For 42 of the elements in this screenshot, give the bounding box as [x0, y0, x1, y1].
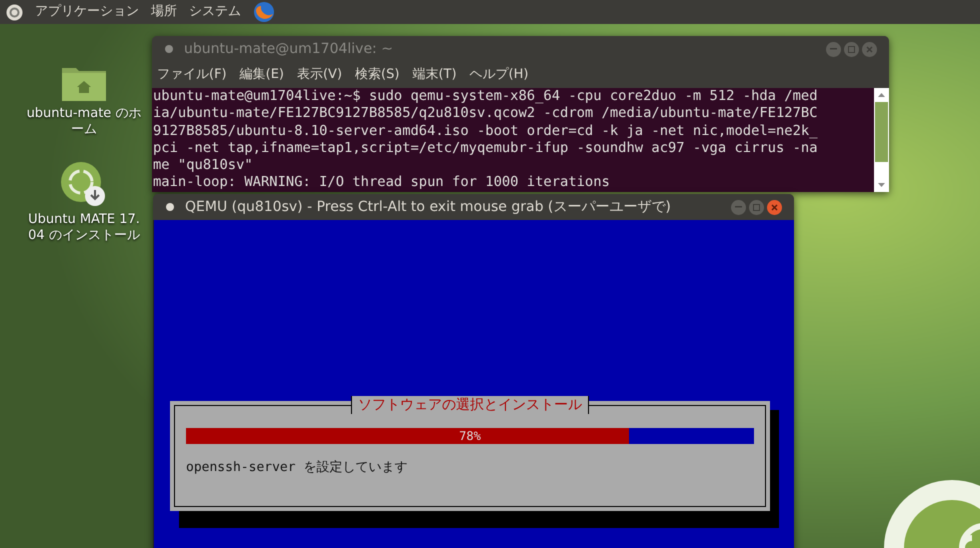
close-icon — [866, 46, 873, 52]
terminal-line: main-loop: WARNING: I/O thread spun for 1000 iterations — [153, 174, 611, 192]
close-button[interactable] — [767, 200, 782, 214]
terminal-menu-item[interactable]: 端末(T) — [412, 65, 457, 85]
terminal-menu-item[interactable]: 編集(E) — [240, 65, 284, 85]
installer-icon — [61, 162, 107, 208]
minimize-button[interactable] — [826, 42, 841, 56]
minimize-icon — [735, 206, 742, 208]
progress-percent: 78% — [458, 428, 482, 444]
dialog-title: ソフトウェアの選択とインストール — [351, 396, 589, 414]
window-title: ubuntu-mate@um1704live: ~ — [184, 40, 394, 58]
window-title: QEMU (qu810sv) - Press Ctrl-Alt to exit mouse grab (スーパーユーザで) — [185, 198, 672, 216]
panel-menu[interactable]: 場所 — [151, 2, 177, 22]
window-menu-icon — [164, 44, 174, 54]
close-icon — [771, 204, 778, 210]
terminal-line: ubuntu-mate@um1704live:~$ sudo qemu-system-x86_64 -cpu core2duo -m 512 -hda /med — [153, 88, 819, 106]
maximize-icon — [848, 46, 855, 52]
terminal-menu-item[interactable]: ファイル(F) — [157, 65, 227, 85]
terminal-menu-item[interactable]: 検索(S) — [355, 65, 400, 85]
panel-menu[interactable]: アプリケーション — [35, 2, 139, 22]
window-menu-icon — [165, 202, 175, 212]
maximize-icon — [753, 204, 760, 210]
status-message: openssh-server を設定しています — [186, 459, 408, 477]
terminal-line: me "qu810sv" — [153, 157, 254, 174]
minimize-button[interactable] — [731, 200, 746, 214]
minimize-icon — [830, 48, 837, 50]
main-menu-icon[interactable] — [6, 4, 23, 20]
terminal-line: 9127B8585/ubuntu-8.10-server-amd64.iso -boot order=cd -k ja -net nic,model=ne2k_ — [153, 122, 819, 140]
scrollbar-thumb[interactable] — [875, 102, 888, 162]
maximize-button[interactable] — [844, 42, 859, 56]
maximize-button[interactable] — [749, 200, 764, 214]
terminal-menu-item[interactable]: ヘルプ(H) — [470, 65, 528, 85]
scrollbar[interactable] — [874, 88, 889, 192]
desktop-icon-label[interactable]: Ubuntu MATE 17. 04 のインストール — [28, 212, 140, 244]
terminal-menu-item[interactable]: 表示(V) — [296, 65, 342, 85]
terminal-line: ia/ubuntu-mate/FE127BC9127B8585/q2u810sv.qcow2 -cdrom /media/ubuntu-mate/FE127BC — [153, 105, 819, 123]
desktop-icon-label[interactable]: ubuntu-mate のホ ーム — [26, 106, 142, 138]
panel-menu[interactable]: システム — [189, 2, 241, 22]
browser-launcher-icon[interactable] — [253, 1, 275, 23]
close-button[interactable] — [862, 42, 877, 56]
vm-screen[interactable]: ソフトウェアの選択とインストール 78% openssh-server を設定しています — [153, 220, 794, 548]
terminal-line: pci -net tap,ifname=tap1,script=/etc/myqemubr-ifup -soundhw ac97 -vga cirrus -na — [153, 140, 819, 158]
